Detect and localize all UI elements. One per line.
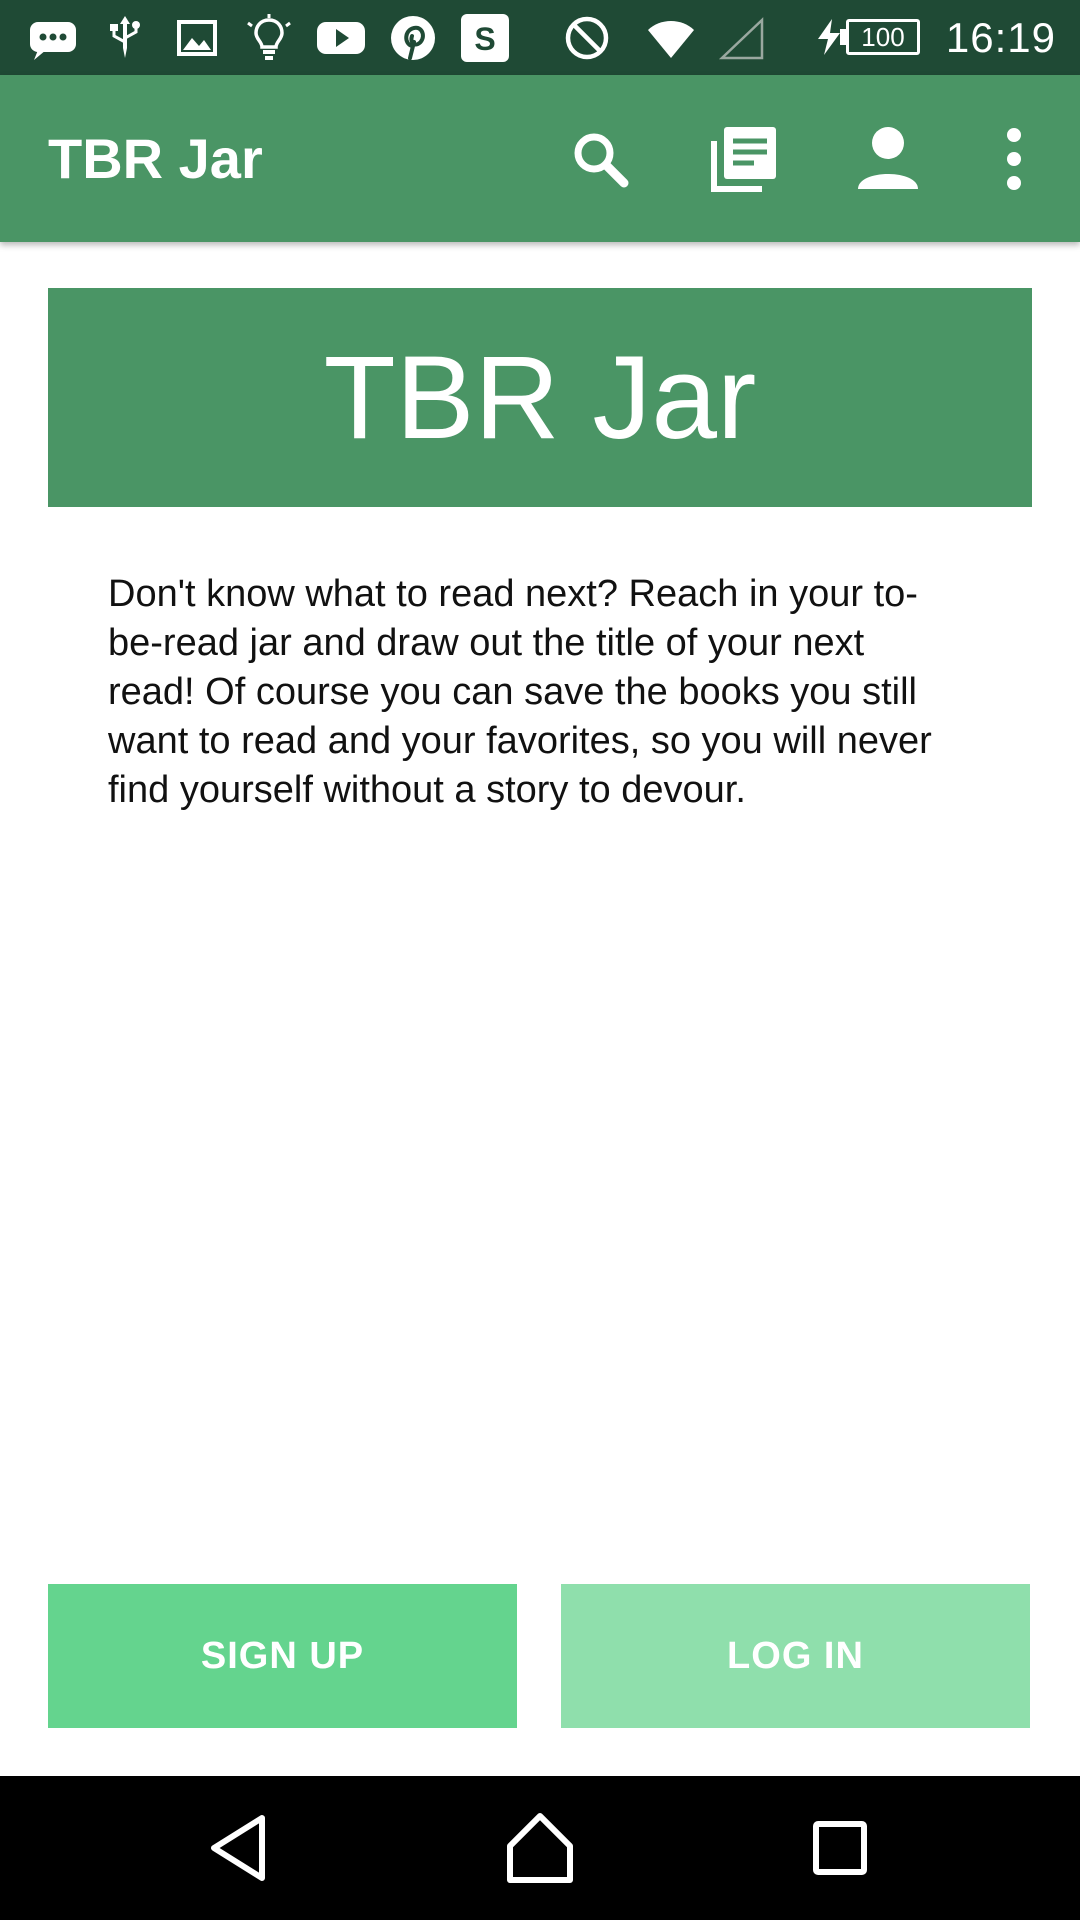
usb-icon <box>100 14 150 62</box>
s-app-icon: S <box>460 14 510 62</box>
status-bar: S 100 16:19 <box>0 0 1080 75</box>
recents-icon[interactable] <box>798 1806 882 1890</box>
library-icon[interactable] <box>706 121 782 197</box>
messages-icon <box>28 14 78 62</box>
account-icon[interactable] <box>850 121 926 197</box>
pinterest-icon <box>388 14 438 62</box>
lightbulb-icon <box>244 14 294 62</box>
hero-banner: TBR Jar <box>48 288 1032 507</box>
wifi-icon <box>646 14 696 62</box>
charging-icon <box>816 19 842 55</box>
home-icon[interactable] <box>498 1806 582 1890</box>
gallery-icon <box>172 14 222 62</box>
battery-indicator: 100 <box>816 17 924 57</box>
app-title: TBR Jar <box>48 127 263 190</box>
cell-signal-icon <box>718 14 768 62</box>
youtube-icon <box>316 14 366 62</box>
screen: S 100 16:19 TBR Jar TBR Jar Don't know w… <box>0 0 1080 1920</box>
app-bar: TBR Jar <box>0 75 1080 242</box>
sign-up-button[interactable]: SIGN UP <box>48 1584 517 1728</box>
s-app-letter: S <box>474 21 495 57</box>
overflow-menu-icon[interactable] <box>976 121 1052 197</box>
back-icon[interactable] <box>198 1806 282 1890</box>
do-not-disturb-icon <box>562 14 612 62</box>
search-icon[interactable] <box>562 121 638 197</box>
intro-description: Don't know what to read next? Reach in y… <box>108 573 932 811</box>
battery-level: 100 <box>861 21 905 52</box>
banner-title: TBR Jar <box>323 331 757 464</box>
log-in-button[interactable]: LOG IN <box>561 1584 1030 1728</box>
navigation-bar <box>0 1776 1080 1920</box>
status-clock: 16:19 <box>945 14 1056 61</box>
